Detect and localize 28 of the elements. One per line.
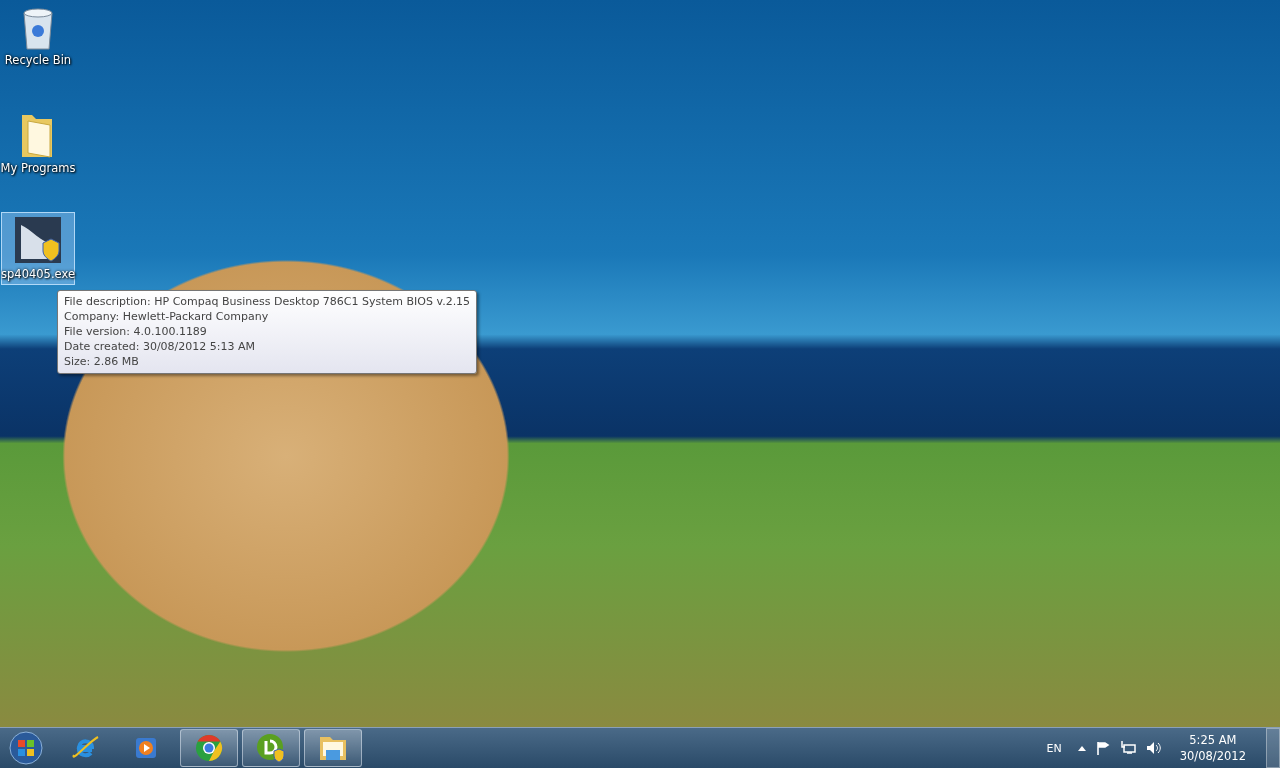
tooltip-line: Company: Hewlett-Packard Company <box>64 309 270 324</box>
network-icon[interactable] <box>1119 741 1136 755</box>
show-desktop-button[interactable] <box>1266 728 1280 768</box>
tooltip-line: Size: 2.86 MB <box>64 354 140 369</box>
language-indicator[interactable]: EN <box>1046 741 1062 755</box>
installer-icon <box>256 733 286 763</box>
taskbar-button[interactable] <box>304 729 362 767</box>
recycle-bin-icon <box>20 7 56 51</box>
desktop-icon[interactable]: Recycle Bin <box>1 4 75 71</box>
date-text: 30/08/2012 <box>1179 748 1246 764</box>
tooltip-line: File description: HP Compaq Business Desktop 786C1 System BIOS v.2.15 <box>64 294 471 309</box>
time-text: 5:25 AM <box>1189 732 1237 748</box>
browser-icon <box>195 734 223 762</box>
desktop-icon[interactable]: My Programs <box>1 108 75 179</box>
windows-logo-icon <box>9 731 43 765</box>
speaker-icon[interactable] <box>1145 741 1162 755</box>
tooltip-line: Date created: 30/08/2012 5:13 AM <box>64 339 256 354</box>
icon-label: My Programs <box>0 161 76 175</box>
clock[interactable]: 5:25 AM 30/08/2012 <box>1179 732 1246 764</box>
tooltip-line: File version: 4.0.100.1189 <box>64 324 208 339</box>
flag-icon[interactable] <box>1095 741 1110 755</box>
taskbar-button[interactable] <box>180 729 238 767</box>
folder-icon <box>318 734 348 762</box>
icon-label: sp40405.exe <box>1 267 75 281</box>
installer-icon <box>13 215 63 265</box>
taskbar-button[interactable] <box>242 729 300 767</box>
caret-icon[interactable] <box>1077 745 1086 751</box>
icon-label: Recycle Bin <box>4 53 72 67</box>
